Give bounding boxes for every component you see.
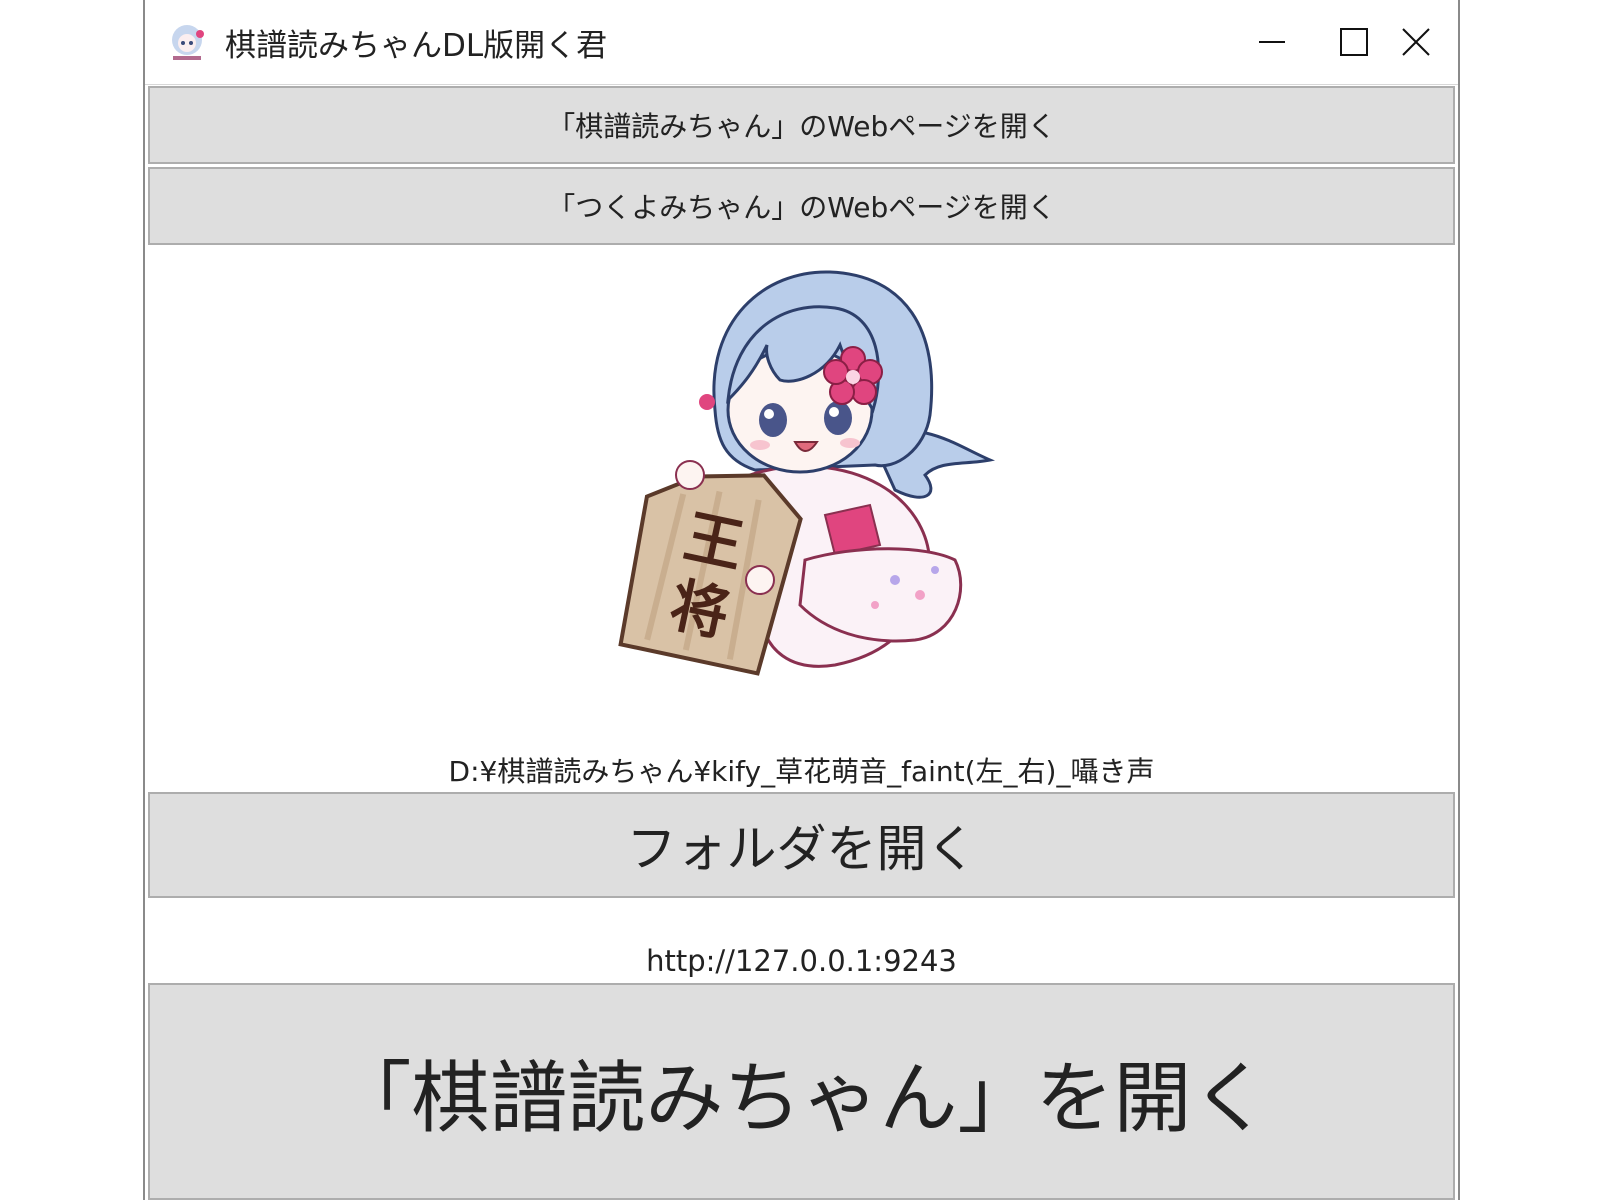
app-window: 棋譜読みちゃんDL版開く君 「棋譜読みちゃん」のWebページを開く 「つくよみち… xyxy=(143,0,1460,1200)
title-bar[interactable]: 棋譜読みちゃんDL版開く君 xyxy=(145,0,1458,85)
open-folder-button[interactable]: フォルダを開く xyxy=(148,792,1455,898)
close-icon xyxy=(1402,28,1430,56)
folder-path-label: D:¥棋譜読みちゃん¥kify_草花萌音_faint(左_右)_囁き声 xyxy=(448,755,1155,788)
character-illustration: 王 将 xyxy=(618,270,996,676)
minimize-icon xyxy=(1259,41,1285,43)
app-icon xyxy=(172,25,204,60)
close-button[interactable] xyxy=(1355,0,1477,84)
server-url-label: http://127.0.0.1:9243 xyxy=(646,944,957,978)
window-title: 棋譜読みちゃんDL版開く君 xyxy=(225,28,608,64)
open-tsukuyomi-webpage-button[interactable]: 「つくよみちゃん」のWebページを開く xyxy=(148,167,1455,245)
open-kifu-app-button[interactable]: 「棋譜読みちゃん」を開く xyxy=(148,983,1455,1200)
open-kifu-webpage-button[interactable]: 「棋譜読みちゃん」のWebページを開く xyxy=(148,86,1455,164)
